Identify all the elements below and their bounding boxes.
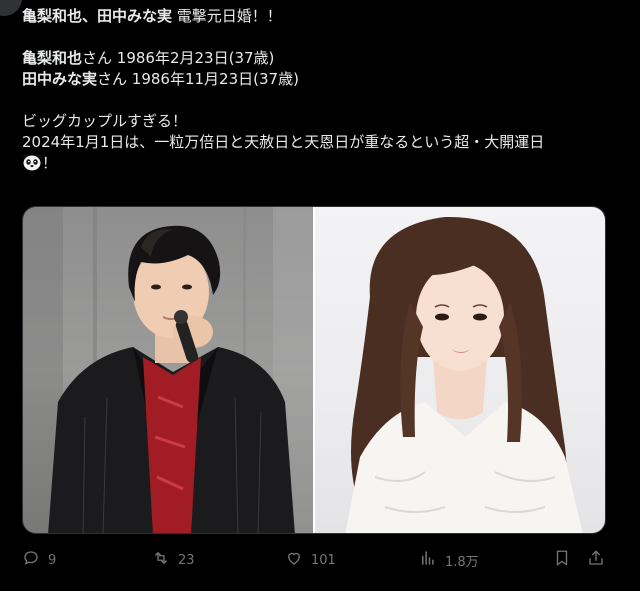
reply-count: 9 bbox=[48, 552, 57, 568]
person2-line: 田中みな実さん 1986年11月23日(37歳) bbox=[22, 69, 622, 90]
person2-name: 田中みな実 bbox=[22, 70, 98, 88]
like-button[interactable]: 101 bbox=[285, 549, 419, 571]
man-with-microphone-photo[interactable] bbox=[23, 207, 313, 533]
person1-name: 亀梨和也 bbox=[22, 49, 83, 67]
panda-emoji-icon bbox=[22, 153, 42, 177]
person1-info: さん 1986年2月23日(37歳) bbox=[82, 49, 275, 67]
headline-names: 亀梨和也、田中みな実 bbox=[22, 7, 173, 25]
woman-portrait-photo[interactable] bbox=[315, 207, 605, 533]
bookmark-button[interactable] bbox=[553, 549, 571, 571]
like-count: 101 bbox=[311, 552, 336, 568]
end-line: ！ bbox=[22, 153, 622, 174]
tweet-media[interactable] bbox=[22, 206, 606, 534]
views-count: 1.8万 bbox=[445, 554, 479, 570]
lucky-day-line: 2024年1月1日は、一粒万倍日と天赦日と天恩日が重なるという超・大開運日 bbox=[22, 133, 545, 151]
reply-icon bbox=[22, 549, 40, 571]
end-mark: ！ bbox=[42, 154, 58, 172]
headline: 亀梨和也、田中みな実 電撃元日婚！！ bbox=[22, 6, 622, 27]
share-button[interactable] bbox=[587, 549, 605, 571]
retweet-icon bbox=[152, 549, 170, 571]
big-couple-line: ビッグカップルすぎる！ bbox=[22, 112, 188, 130]
retweet-count: 23 bbox=[178, 552, 195, 568]
tweet-actions: 9 23 101 1.8万 bbox=[22, 548, 608, 572]
headline-rest: 電撃元日婚！！ bbox=[172, 7, 282, 25]
avatar[interactable] bbox=[0, 0, 22, 16]
reply-button[interactable]: 9 bbox=[22, 549, 152, 571]
action-end-group bbox=[553, 549, 605, 571]
retweet-button[interactable]: 23 bbox=[152, 549, 285, 571]
share-icon bbox=[587, 549, 605, 571]
views-button[interactable]: 1.8万 bbox=[419, 549, 553, 571]
views-icon bbox=[419, 549, 437, 571]
tweet-text: 亀梨和也、田中みな実 電撃元日婚！！ 亀梨和也さん 1986年2月23日(37歳… bbox=[22, 6, 622, 174]
person1-line: 亀梨和也さん 1986年2月23日(37歳) bbox=[22, 48, 622, 69]
tweet[interactable]: 亀梨和也、田中みな実 電撃元日婚！！ 亀梨和也さん 1986年2月23日(37歳… bbox=[0, 0, 640, 591]
like-icon bbox=[285, 549, 303, 571]
person2-info: さん 1986年11月23日(37歳) bbox=[97, 70, 299, 88]
bookmark-icon bbox=[553, 549, 571, 571]
